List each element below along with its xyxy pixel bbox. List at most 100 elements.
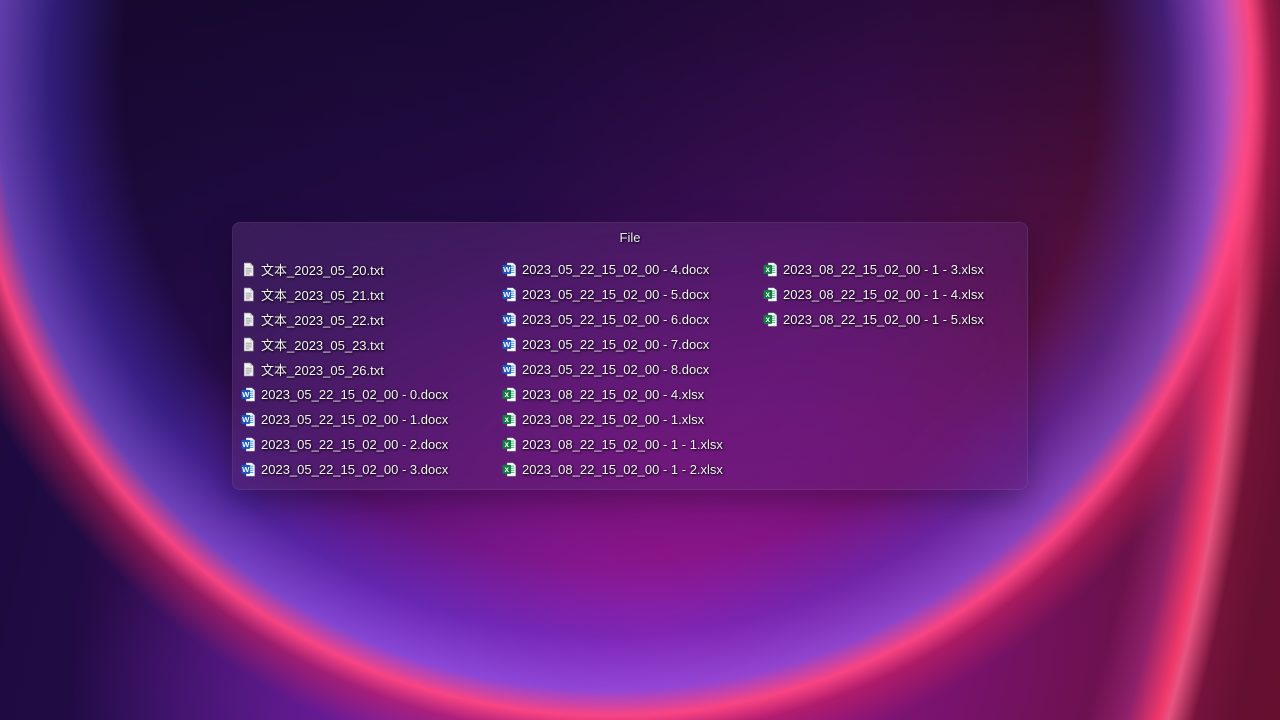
file-icon: x xyxy=(502,462,517,477)
file-icon xyxy=(241,262,256,277)
file-icon: x xyxy=(502,387,517,402)
file-icon xyxy=(241,312,256,327)
file-icon: W xyxy=(502,262,517,277)
word-file-icon: W xyxy=(502,362,517,377)
file-column: 文本_2023_05_20.txt 文本_2023_05_21.txt 文本_2… xyxy=(241,257,502,482)
file-icon: W xyxy=(241,437,256,452)
txt-file-icon xyxy=(241,337,256,352)
file-icon: W xyxy=(502,312,517,327)
word-file-icon: W xyxy=(502,337,517,352)
file-name: 2023_08_22_15_02_00 - 4.xlsx xyxy=(522,387,704,402)
file-name: 文本_2023_05_22.txt xyxy=(261,310,384,329)
file-icon xyxy=(241,337,256,352)
file-name: 2023_05_22_15_02_00 - 2.docx xyxy=(261,437,448,452)
svg-text:x: x xyxy=(505,465,510,474)
svg-text:W: W xyxy=(242,390,250,399)
svg-text:W: W xyxy=(242,465,250,474)
file-column: W 2023_05_22_15_02_00 - 4.docx W 2023_05… xyxy=(502,257,763,482)
file-name: 2023_05_22_15_02_00 - 1.docx xyxy=(261,412,448,427)
svg-text:W: W xyxy=(503,265,511,274)
file-dialog-panel: File 文本_2023_05_20.txt 文本_2023_05_21.txt xyxy=(232,222,1028,490)
word-file-icon: W xyxy=(241,412,256,427)
file-icon: x xyxy=(502,437,517,452)
file-item[interactable]: W 2023_05_22_15_02_00 - 0.docx xyxy=(241,382,502,407)
file-name: 2023_08_22_15_02_00 - 1 - 2.xlsx xyxy=(522,462,723,477)
file-item[interactable]: 文本_2023_05_22.txt xyxy=(241,307,502,332)
word-file-icon: W xyxy=(502,287,517,302)
svg-text:x: x xyxy=(505,415,510,424)
file-name: 文本_2023_05_20.txt xyxy=(261,260,384,279)
file-name: 2023_08_22_15_02_00 - 1 - 1.xlsx xyxy=(522,437,723,452)
file-name: 2023_05_22_15_02_00 - 5.docx xyxy=(522,287,709,302)
file-icon xyxy=(241,287,256,302)
file-icon: W xyxy=(502,362,517,377)
svg-text:W: W xyxy=(242,440,250,449)
excel-file-icon: x xyxy=(763,312,778,327)
excel-file-icon: x xyxy=(502,412,517,427)
file-column: x 2023_08_22_15_02_00 - 1 - 3.xlsx x 202… xyxy=(763,257,1024,332)
svg-text:x: x xyxy=(766,265,771,274)
svg-text:W: W xyxy=(503,315,511,324)
file-name: 2023_08_22_15_02_00 - 1.xlsx xyxy=(522,412,704,427)
file-item[interactable]: x 2023_08_22_15_02_00 - 4.xlsx xyxy=(502,382,763,407)
file-name: 2023_05_22_15_02_00 - 7.docx xyxy=(522,337,709,352)
file-item[interactable]: W 2023_05_22_15_02_00 - 3.docx xyxy=(241,457,502,482)
file-icon: W xyxy=(241,387,256,402)
file-icon: W xyxy=(241,462,256,477)
file-item[interactable]: 文本_2023_05_21.txt xyxy=(241,282,502,307)
excel-file-icon: x xyxy=(763,287,778,302)
txt-file-icon xyxy=(241,287,256,302)
file-item[interactable]: W 2023_05_22_15_02_00 - 7.docx xyxy=(502,332,763,357)
file-icon: W xyxy=(502,287,517,302)
file-item[interactable]: x 2023_08_22_15_02_00 - 1 - 2.xlsx xyxy=(502,457,763,482)
file-grid: 文本_2023_05_20.txt 文本_2023_05_21.txt 文本_2… xyxy=(241,257,1019,482)
svg-text:W: W xyxy=(242,415,250,424)
file-item[interactable]: W 2023_05_22_15_02_00 - 8.docx xyxy=(502,357,763,382)
word-file-icon: W xyxy=(502,312,517,327)
excel-file-icon: x xyxy=(502,462,517,477)
svg-text:x: x xyxy=(505,390,510,399)
file-icon: W xyxy=(502,337,517,352)
file-name: 文本_2023_05_21.txt xyxy=(261,285,384,304)
file-name: 2023_05_22_15_02_00 - 0.docx xyxy=(261,387,448,402)
file-name: 2023_08_22_15_02_00 - 1 - 5.xlsx xyxy=(783,312,984,327)
file-icon: x xyxy=(502,412,517,427)
word-file-icon: W xyxy=(241,387,256,402)
word-file-icon: W xyxy=(502,262,517,277)
svg-text:W: W xyxy=(503,365,511,374)
file-item[interactable]: x 2023_08_22_15_02_00 - 1 - 4.xlsx xyxy=(763,282,1024,307)
file-name: 文本_2023_05_26.txt xyxy=(261,360,384,379)
file-icon: x xyxy=(763,287,778,302)
file-name: 2023_05_22_15_02_00 - 3.docx xyxy=(261,462,448,477)
file-name: 2023_08_22_15_02_00 - 1 - 3.xlsx xyxy=(783,262,984,277)
file-icon: x xyxy=(763,312,778,327)
file-item[interactable]: x 2023_08_22_15_02_00 - 1 - 1.xlsx xyxy=(502,432,763,457)
file-name: 2023_05_22_15_02_00 - 6.docx xyxy=(522,312,709,327)
txt-file-icon xyxy=(241,312,256,327)
file-item[interactable]: W 2023_05_22_15_02_00 - 1.docx xyxy=(241,407,502,432)
file-item[interactable]: x 2023_08_22_15_02_00 - 1.xlsx xyxy=(502,407,763,432)
panel-title: File xyxy=(241,229,1019,247)
txt-file-icon xyxy=(241,362,256,377)
txt-file-icon xyxy=(241,262,256,277)
file-item[interactable]: 文本_2023_05_26.txt xyxy=(241,357,502,382)
file-item[interactable]: 文本_2023_05_20.txt xyxy=(241,257,502,282)
file-item[interactable]: x 2023_08_22_15_02_00 - 1 - 3.xlsx xyxy=(763,257,1024,282)
file-name: 文本_2023_05_23.txt xyxy=(261,335,384,354)
file-name: 2023_05_22_15_02_00 - 8.docx xyxy=(522,362,709,377)
excel-file-icon: x xyxy=(502,437,517,452)
file-item[interactable]: 文本_2023_05_23.txt xyxy=(241,332,502,357)
file-item[interactable]: W 2023_05_22_15_02_00 - 6.docx xyxy=(502,307,763,332)
svg-text:x: x xyxy=(766,315,771,324)
file-item[interactable]: W 2023_05_22_15_02_00 - 2.docx xyxy=(241,432,502,457)
excel-file-icon: x xyxy=(502,387,517,402)
file-item[interactable]: x 2023_08_22_15_02_00 - 1 - 5.xlsx xyxy=(763,307,1024,332)
svg-text:W: W xyxy=(503,290,511,299)
desktop-wallpaper: File 文本_2023_05_20.txt 文本_2023_05_21.txt xyxy=(0,0,1280,720)
file-icon: x xyxy=(763,262,778,277)
file-item[interactable]: W 2023_05_22_15_02_00 - 4.docx xyxy=(502,257,763,282)
file-icon xyxy=(241,362,256,377)
word-file-icon: W xyxy=(241,437,256,452)
file-icon: W xyxy=(241,412,256,427)
file-item[interactable]: W 2023_05_22_15_02_00 - 5.docx xyxy=(502,282,763,307)
